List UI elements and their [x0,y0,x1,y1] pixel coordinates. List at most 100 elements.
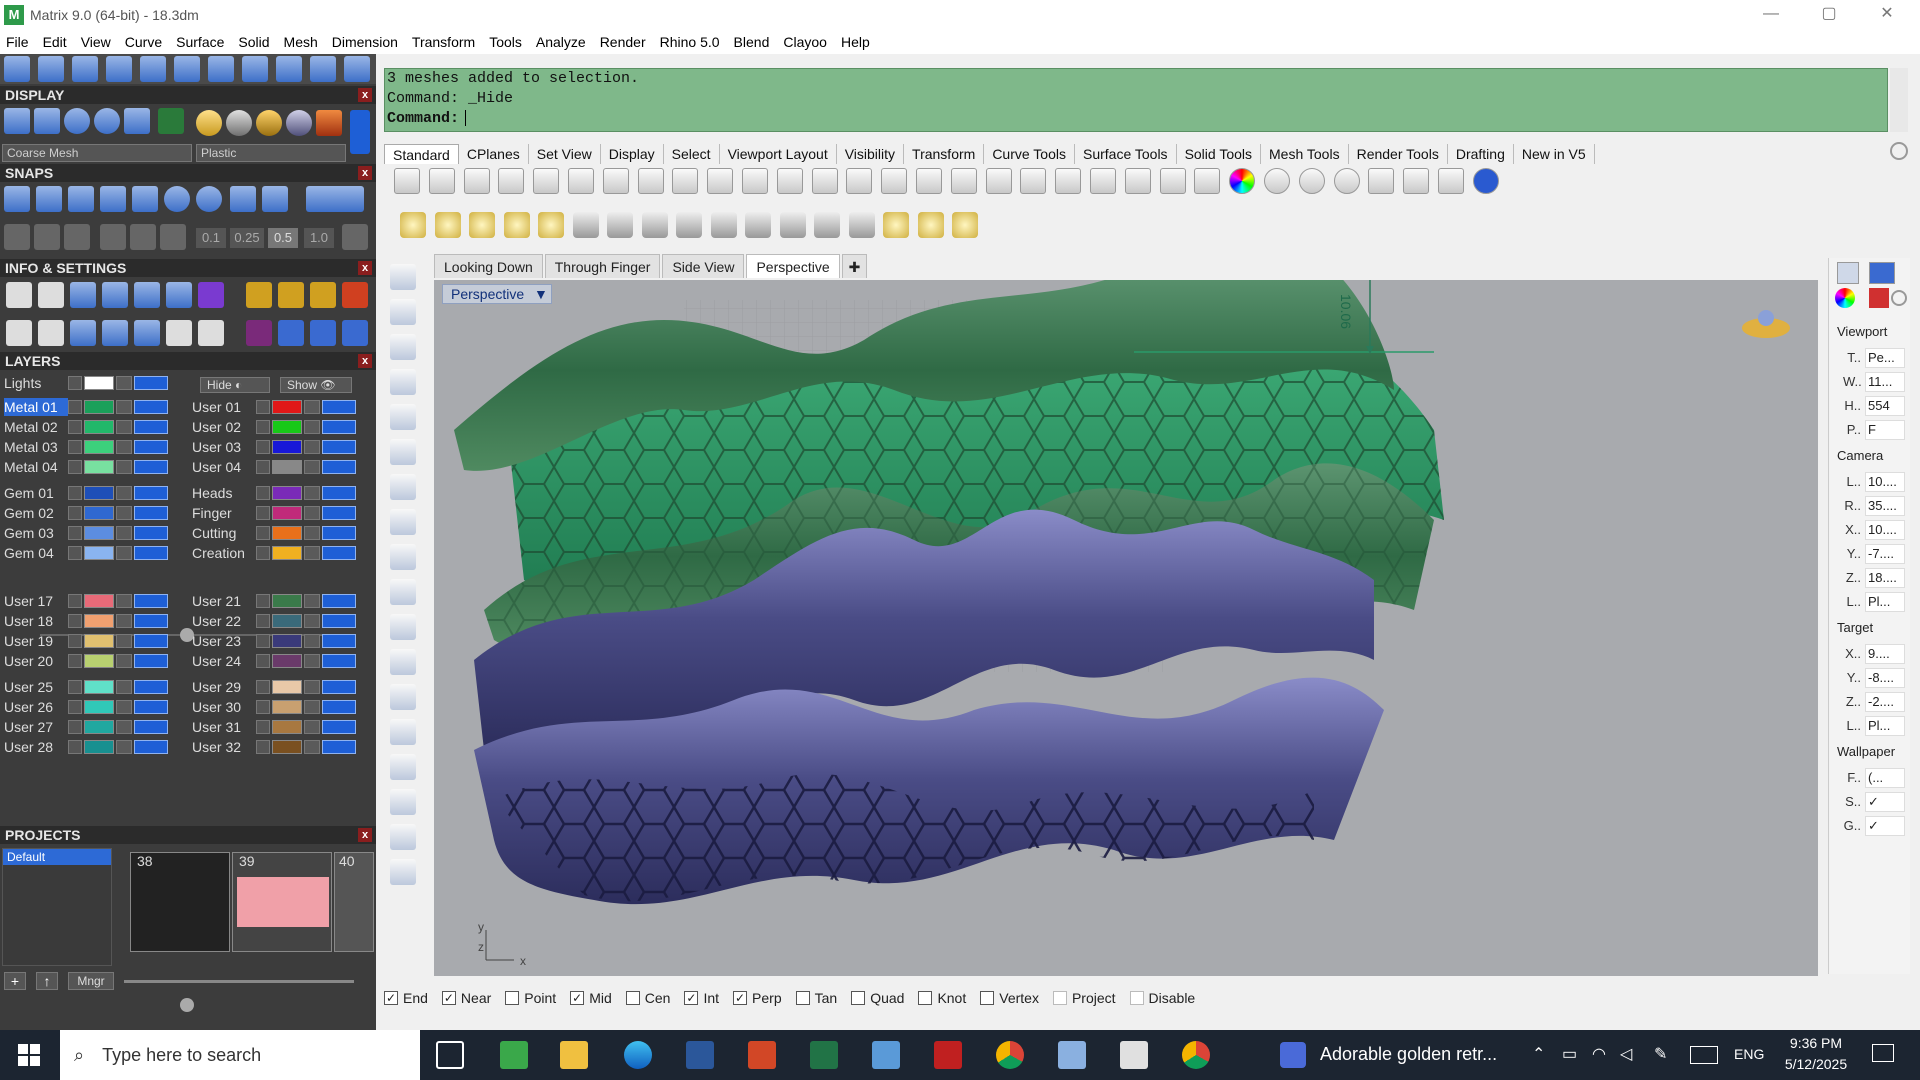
visibility-icon[interactable] [322,546,356,560]
chevron-down-icon[interactable]: ▼ [534,286,548,302]
zoom-extents-icon[interactable] [846,168,873,194]
visibility-icon[interactable] [134,486,168,500]
menu-view[interactable]: View [81,34,111,50]
frame2-icon[interactable] [310,282,336,308]
toolbar-tab-curve-tools[interactable]: Curve Tools [984,144,1075,164]
snap-ortho-icon[interactable] [306,186,364,212]
display-slider[interactable] [350,110,370,154]
lock-icon[interactable] [572,212,599,238]
clip-icon[interactable] [242,56,268,82]
layer-row[interactable]: User 28 [0,738,182,756]
menu-help[interactable]: Help [841,34,870,50]
property-row[interactable]: W.. 11... [1843,372,1907,392]
visibility-icon[interactable] [134,546,168,560]
visibility-icon[interactable] [134,400,168,414]
language-indicator[interactable]: ENG [1734,1046,1764,1062]
group-icon[interactable] [745,212,771,238]
point-icon[interactable] [1055,168,1082,194]
matrix-taskbar-icon[interactable] [500,1041,528,1069]
property-row[interactable]: S.. ✓ [1843,792,1907,812]
render-sphere-icon[interactable] [1333,168,1360,194]
lock-swap-icon[interactable] [676,212,702,238]
fillet-icon[interactable] [390,649,416,675]
cut-icon[interactable] [568,168,594,194]
osnap-mid[interactable]: ✓ Mid [570,990,612,1006]
visibility-icon[interactable] [322,440,356,454]
print-icon[interactable] [498,168,525,194]
yellow-gold-icon[interactable] [256,110,282,136]
excel-icon[interactable] [810,1041,838,1069]
layers-info-icon[interactable] [70,282,96,308]
lock-icon[interactable] [304,440,320,454]
close-icon[interactable]: x [358,166,372,180]
chevron-right-icon[interactable] [68,440,82,454]
move-icon[interactable] [390,579,416,605]
layer-name[interactable]: Gem 01 [4,484,68,502]
layer-name[interactable]: User 21 [192,592,256,610]
property-row[interactable]: X.. 10.... [1843,520,1907,540]
layer-row[interactable]: User 17 [0,592,182,610]
visibility-icon[interactable] [134,526,168,540]
menu-surface[interactable]: Surface [176,34,224,50]
visibility-icon[interactable] [134,680,168,694]
menu-blend[interactable]: Blend [734,34,770,50]
toolbar-tab-solid-tools[interactable]: Solid Tools [1177,144,1262,164]
layer-name[interactable]: User 23 [192,632,256,650]
monitor-icon[interactable] [1837,262,1859,284]
prong-icon[interactable] [278,320,304,346]
layer-color-swatch[interactable] [84,486,114,500]
layer-row[interactable]: Metal 01 [0,398,182,416]
layer-color-swatch[interactable] [84,614,114,628]
car-icon[interactable] [985,168,1012,194]
lock-icon[interactable] [116,680,132,694]
layer-color-swatch[interactable] [272,680,302,694]
chevron-right-icon[interactable] [256,680,270,694]
layer-name[interactable]: User 01 [192,398,256,416]
property-value[interactable]: 10.... [1865,520,1905,540]
chevron-right-icon[interactable] [256,546,270,560]
chevron-right-icon[interactable] [256,526,270,540]
lock-icon[interactable] [116,546,132,560]
array-icon[interactable] [390,754,416,780]
lock-icon[interactable] [304,400,320,414]
lock-icon[interactable] [304,486,320,500]
visibility-icon[interactable] [134,740,168,754]
close-icon[interactable]: x [358,354,372,368]
layer-row[interactable]: Finger [188,504,370,522]
layer-name[interactable]: User 27 [4,718,68,736]
close-icon[interactable]: x [358,88,372,102]
menu-tools[interactable]: Tools [489,34,522,50]
layer-color-swatch[interactable] [272,486,302,500]
lock-icon[interactable] [304,420,320,434]
toolbar-tab-display[interactable]: Display [601,144,664,164]
platinum-icon[interactable] [286,110,312,136]
checkbox[interactable] [1052,991,1067,1005]
layer-row[interactable]: User 18 [0,612,182,630]
visibility-icon[interactable] [134,460,168,474]
layer-row[interactable]: Metal 02 [0,418,182,436]
viewport-label[interactable]: Perspective ▼ [442,284,552,304]
add-viewport-icon[interactable]: ✚ [841,254,868,278]
arrow-icon[interactable] [208,56,234,82]
checkbox[interactable]: ✓ [384,991,398,1005]
solid-icon[interactable] [390,474,416,500]
visibility-icon[interactable] [322,654,356,668]
menu-clayoo[interactable]: Clayoo [783,34,827,50]
word-icon[interactable] [686,1041,714,1069]
layer-name[interactable]: User 31 [192,718,256,736]
chevron-right-icon[interactable] [256,634,270,648]
layer-name[interactable]: User 30 [192,698,256,716]
property-row[interactable]: P.. F [1843,420,1907,440]
layer-name[interactable]: User 20 [4,652,68,670]
gem-settings-icon[interactable] [198,282,224,308]
lock-icon[interactable] [304,740,320,754]
property-row[interactable]: F.. (... [1843,768,1907,788]
battery-icon[interactable]: ▭ [1562,1044,1577,1064]
chevron-right-icon[interactable] [68,420,82,434]
visibility-icon[interactable] [134,654,168,668]
snap-line-icon[interactable] [262,186,288,212]
tab-looking-down[interactable]: Looking Down [434,254,543,278]
plane-icon[interactable] [34,224,60,250]
layer-row[interactable]: User 22 [188,612,370,630]
layer-row[interactable]: User 23 [188,632,370,650]
